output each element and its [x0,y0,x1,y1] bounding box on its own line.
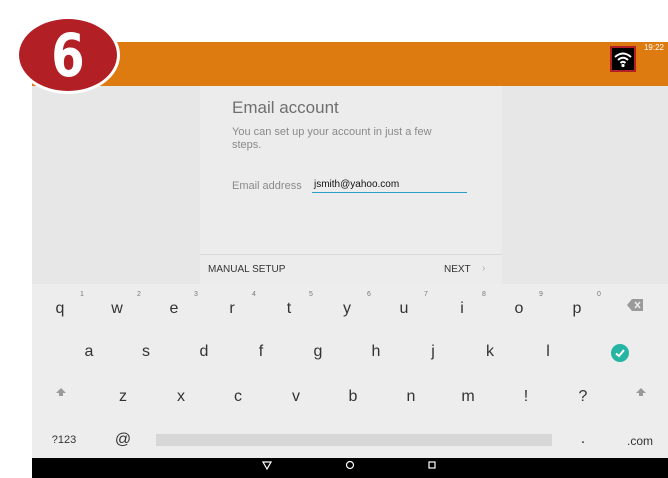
email-setup-card: Email account You can set up your accoun… [200,86,502,254]
recents-button[interactable] [427,460,437,473]
shift-icon [636,388,646,396]
period-key[interactable]: . [568,430,598,448]
key-p-number: 0 [597,291,601,298]
back-button[interactable] [261,460,273,473]
key-w[interactable]: w [102,300,132,318]
key-u[interactable]: u [389,300,419,318]
key-t[interactable]: t [274,300,304,318]
email-label: Email address [232,180,302,192]
step-number: 6 [51,21,85,91]
step-badge: 6 [16,16,120,94]
key-x[interactable]: x [166,388,196,406]
shift-icon [56,388,66,396]
key-a[interactable]: a [74,343,104,361]
key-q[interactable]: q [45,300,75,318]
key-u-number: 7 [424,291,428,298]
key-j[interactable]: j [418,343,448,361]
navigation-bar [32,458,668,478]
android-screen: 19:22 Email account You can set up your … [32,42,668,478]
clock: 19:22 [643,43,664,52]
enter-key[interactable] [610,344,630,364]
onscreen-keyboard: q 1 w 2 e 3 r 4 t 5 y 6 u 7 i 8 o 9 p 0 … [32,284,668,458]
back-icon [261,461,273,471]
key-exclamation[interactable]: ! [511,388,541,406]
key-o-number: 9 [539,291,543,298]
key-i[interactable]: i [447,300,477,318]
key-question[interactable]: ? [568,388,598,406]
backspace-icon [627,299,643,311]
shift-key-left[interactable] [46,386,76,405]
home-button[interactable] [345,460,355,473]
key-w-number: 2 [137,291,141,298]
subtitle: You can set up your account in just a fe… [232,126,432,151]
key-z[interactable]: z [108,388,138,406]
key-y-number: 6 [367,291,371,298]
key-p[interactable]: p [562,300,592,318]
key-h[interactable]: h [361,343,391,361]
key-l[interactable]: l [533,343,563,361]
wifi-icon [614,52,632,68]
key-v[interactable]: v [281,388,311,406]
key-f[interactable]: f [246,343,276,361]
key-y[interactable]: y [332,300,362,318]
key-c[interactable]: c [223,388,253,406]
key-s[interactable]: s [131,343,161,361]
wifi-highlight [610,46,636,72]
key-r[interactable]: r [217,300,247,318]
status-bar: 19:22 [32,42,668,86]
page-title: Email account [232,98,339,117]
key-b[interactable]: b [338,388,368,406]
key-r-number: 4 [252,291,256,298]
recents-icon [428,461,436,469]
key-k[interactable]: k [475,343,505,361]
check-icon [611,344,629,362]
key-m[interactable]: m [453,388,483,406]
email-field[interactable]: jsmith@yahoo.com [312,177,467,193]
at-key[interactable]: @ [108,431,138,449]
backspace-key[interactable] [617,298,653,316]
key-o[interactable]: o [504,300,534,318]
action-bar: MANUAL SETUP NEXT › [200,254,502,284]
key-e[interactable]: e [159,300,189,318]
manual-setup-button[interactable]: MANUAL SETUP [208,264,285,275]
key-t-number: 5 [309,291,313,298]
home-icon [345,460,355,470]
key-e-number: 3 [194,291,198,298]
key-i-number: 8 [482,291,486,298]
dotcom-key[interactable]: .com [620,434,660,448]
key-d[interactable]: d [189,343,219,361]
key-n[interactable]: n [396,388,426,406]
key-q-number: 1 [80,291,84,298]
next-arrow-icon[interactable]: › [482,263,485,274]
next-button[interactable]: NEXT [444,264,471,275]
key-g[interactable]: g [303,343,333,361]
shift-key-right[interactable] [626,386,656,405]
